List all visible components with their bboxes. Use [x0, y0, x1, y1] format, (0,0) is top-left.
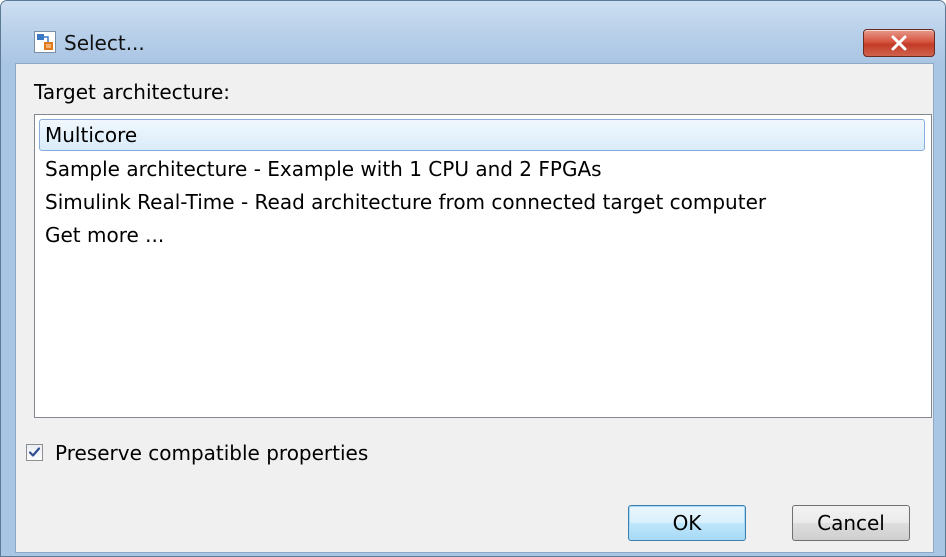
target-architecture-label: Target architecture: [34, 80, 230, 104]
list-item-multicore[interactable]: Multicore [39, 119, 925, 151]
close-icon [891, 35, 907, 51]
ok-button[interactable]: OK [628, 505, 746, 541]
checkmark-icon [28, 447, 41, 457]
title-bar[interactable]: Select... [1, 1, 945, 63]
list-item-simulink-real-time[interactable]: Simulink Real-Time - Read architecture f… [39, 186, 766, 218]
dialog-body: Target architecture: Multicore Sample ar… [15, 63, 934, 553]
window-title: Select... [64, 31, 145, 55]
preserve-properties-label: Preserve compatible properties [55, 441, 369, 465]
list-item-sample-architecture[interactable]: Sample architecture - Example with 1 CPU… [39, 153, 602, 185]
select-dialog: Select... Target architecture: Multicore… [0, 0, 946, 557]
preserve-properties-checkbox[interactable] [26, 444, 43, 461]
list-item-get-more[interactable]: Get more ... [39, 219, 164, 251]
close-button[interactable] [863, 29, 935, 57]
cancel-button[interactable]: Cancel [792, 505, 910, 541]
simulink-model-icon [34, 31, 56, 53]
architecture-list[interactable]: Multicore Sample architecture - Example … [34, 114, 932, 418]
